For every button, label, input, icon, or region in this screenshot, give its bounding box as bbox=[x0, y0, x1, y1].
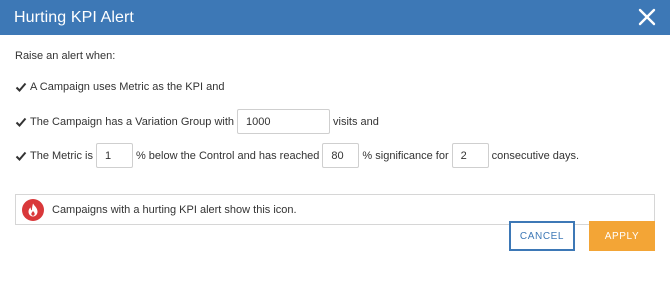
flame-icon bbox=[28, 203, 38, 216]
condition-row-visits: The Campaign has a Variation Group with … bbox=[15, 109, 379, 134]
cancel-button[interactable]: CANCEL bbox=[509, 221, 575, 251]
info-text: Campaigns with a hurting KPI alert show … bbox=[52, 203, 297, 216]
condition-significance-label: % significance for bbox=[362, 149, 449, 162]
condition-visits-label: The Campaign has a Variation Group with bbox=[30, 115, 235, 128]
dialog-title: Hurting KPI Alert bbox=[14, 8, 134, 26]
condition-row-kpi: A Campaign uses Metric as the KPI and bbox=[15, 81, 224, 93]
condition-visits-suffix: visits and bbox=[333, 115, 379, 128]
checkmark-icon bbox=[15, 82, 27, 92]
checkmark-icon bbox=[15, 151, 27, 161]
condition-metric-middle: % below the Control and has reached bbox=[135, 149, 320, 162]
condition-metric-label: The Metric is bbox=[30, 149, 93, 162]
percent-below-input[interactable] bbox=[95, 143, 133, 168]
condition-days-suffix: consecutive days. bbox=[491, 149, 580, 162]
apply-button[interactable]: APPLY bbox=[589, 221, 655, 251]
intro-text: Raise an alert when: bbox=[15, 50, 116, 62]
visits-input[interactable] bbox=[237, 109, 331, 134]
condition-row-metric: The Metric is % below the Control and ha… bbox=[15, 143, 579, 168]
condition-kpi-text: A Campaign uses Metric as the KPI and bbox=[30, 81, 225, 93]
significance-input[interactable] bbox=[322, 143, 360, 168]
hurting-kpi-alert-dialog: Hurting KPI Alert Raise an alert when: A… bbox=[0, 0, 670, 299]
close-icon bbox=[638, 8, 656, 26]
consecutive-days-input[interactable] bbox=[451, 143, 489, 168]
close-button[interactable] bbox=[638, 8, 656, 26]
hurting-kpi-badge bbox=[22, 198, 44, 221]
dialog-header: Hurting KPI Alert bbox=[0, 0, 670, 35]
checkmark-icon bbox=[15, 117, 27, 127]
